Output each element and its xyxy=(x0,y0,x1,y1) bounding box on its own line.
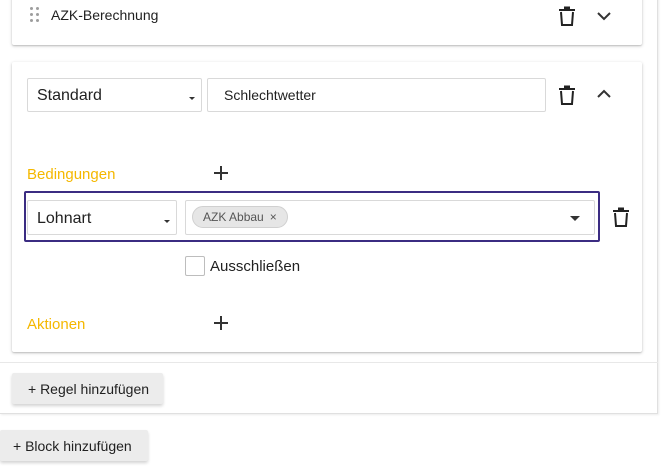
condition-field-value: Lohnart xyxy=(37,210,92,227)
chevron-down-icon[interactable] xyxy=(592,4,616,28)
divider xyxy=(0,362,658,363)
add-condition-plus-icon[interactable] xyxy=(214,166,228,180)
exclude-label: Ausschließen xyxy=(210,258,301,275)
add-action-plus-icon[interactable] xyxy=(214,316,228,330)
value-chip: AZK Abbau × xyxy=(192,206,288,228)
dropdown-caret-icon xyxy=(189,97,195,100)
rule-title: AZK-Berechnung xyxy=(51,7,159,23)
trash-icon[interactable] xyxy=(555,4,579,28)
chip-remove-icon[interactable]: × xyxy=(270,207,277,227)
chevron-up-icon[interactable] xyxy=(592,82,616,106)
dropdown-caret-icon xyxy=(164,220,170,223)
rule-type-select[interactable]: Standard xyxy=(27,78,202,112)
add-rule-button[interactable]: + Regel hinzufügen xyxy=(12,373,163,404)
trash-icon[interactable] xyxy=(609,205,633,229)
condition-field-select[interactable]: Lohnart xyxy=(27,200,177,235)
rule-name-input[interactable]: Schlechtwetter xyxy=(207,78,546,112)
add-block-button[interactable]: + Block hinzufügen xyxy=(0,430,148,461)
rule-type-value: Standard xyxy=(37,87,102,104)
actions-label: Aktionen xyxy=(27,316,86,333)
exclude-checkbox[interactable] xyxy=(185,256,205,276)
conditions-label: Bedingungen xyxy=(27,166,116,183)
dropdown-caret-icon[interactable] xyxy=(570,216,580,221)
drag-handle-icon[interactable] xyxy=(30,7,40,25)
trash-icon[interactable] xyxy=(555,83,579,107)
value-chip-label: AZK Abbau xyxy=(203,210,264,224)
